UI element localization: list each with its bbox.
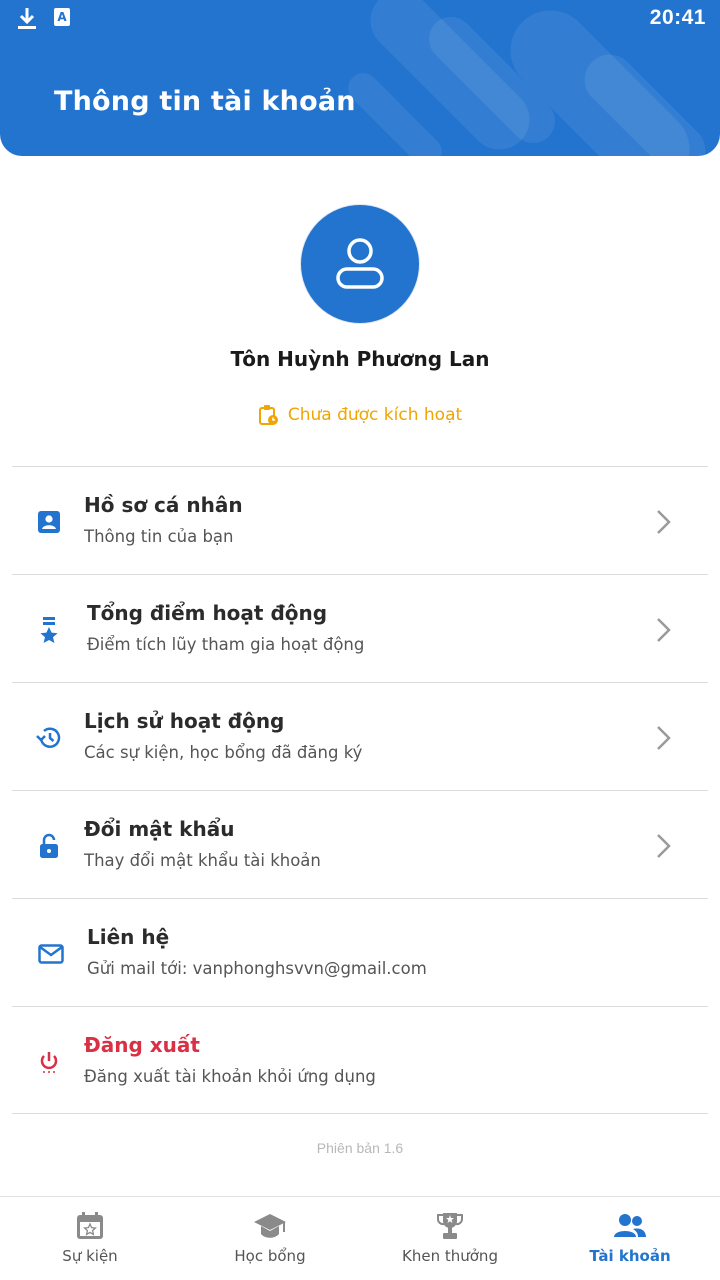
status-icons: A [16, 6, 72, 35]
menu-item-title: Hồ sơ cá nhân [84, 493, 243, 517]
user-name: Tôn Huỳnh Phương Lan [230, 347, 490, 371]
mail-icon [36, 939, 66, 969]
trophy-icon [437, 1213, 463, 1239]
menu-item-subtitle: Thay đổi mật khẩu tài khoản [84, 851, 321, 870]
account-screen: A 20:41 Thông tin tài khoản Tôn Huỳnh Ph… [0, 0, 720, 1280]
lock-icon [34, 831, 64, 861]
app-a-icon: A [52, 6, 72, 35]
nav-label: Khen thưởng [402, 1247, 498, 1265]
activation-status: Chưa được kích hoạt [0, 404, 720, 426]
download-icon [16, 6, 38, 35]
menu-item-title: Đổi mật khẩu [84, 817, 235, 841]
nav-label: Tài khoản [589, 1247, 671, 1265]
menu-item-logout[interactable]: Đăng xuất Đăng xuất tài khoản khỏi ứng d… [12, 1006, 708, 1114]
menu-item-subtitle: Đăng xuất tài khoản khỏi ứng dụng [84, 1067, 376, 1086]
nav-tab-events[interactable]: Sự kiện [0, 1197, 180, 1280]
menu-item-subtitle: Các sự kiện, học bổng đã đăng ký [84, 743, 363, 762]
nav-label: Sự kiện [62, 1247, 118, 1265]
bottom-nav: Sự kiện Học bổng Khen thưởng Tài khoản [0, 1196, 720, 1280]
chevron-right-icon [656, 509, 672, 540]
menu-item-subtitle: Gửi mail tới: vanphonghsvvn@gmail.com [87, 959, 427, 978]
menu-item-title: Lịch sử hoạt động [84, 709, 285, 733]
nav-tab-scholarship[interactable]: Học bổng [180, 1197, 360, 1280]
menu-item-change-password[interactable]: Đổi mật khẩu Thay đổi mật khẩu tài khoản [12, 790, 708, 898]
menu-item-activity-points[interactable]: Tổng điểm hoạt động Điểm tích lũy tham g… [12, 574, 708, 682]
account-menu: Hồ sơ cá nhân Thông tin của bạn Tổng điể… [12, 466, 708, 1114]
nav-label: Học bổng [234, 1247, 306, 1265]
menu-item-history[interactable]: Lịch sử hoạt động Các sự kiện, học bổng … [12, 682, 708, 790]
user-icon [336, 238, 384, 289]
status-time: 20:41 [649, 6, 706, 29]
chevron-right-icon [656, 725, 672, 756]
graduation-cap-icon [254, 1214, 286, 1238]
svg-text:A: A [57, 10, 67, 24]
profile-card-icon [34, 507, 64, 537]
power-icon [34, 1047, 64, 1077]
menu-item-contact[interactable]: Liên hệ Gửi mail tới: vanphonghsvvn@gmai… [12, 898, 708, 1006]
menu-item-title: Liên hệ [87, 925, 170, 949]
menu-item-subtitle: Điểm tích lũy tham gia hoạt động [87, 635, 365, 654]
clipboard-clock-icon [258, 405, 278, 425]
avatar[interactable] [300, 204, 420, 324]
chevron-right-icon [656, 617, 672, 648]
menu-item-title: Tổng điểm hoạt động [87, 601, 328, 625]
users-icon [614, 1214, 646, 1237]
calendar-star-icon [77, 1212, 103, 1239]
nav-tab-account[interactable]: Tài khoản [540, 1197, 720, 1280]
medal-icon [34, 615, 64, 645]
menu-item-subtitle: Thông tin của bạn [84, 527, 234, 546]
chevron-right-icon [656, 833, 672, 864]
app-version: Phiên bản 1.6 [316, 1140, 404, 1156]
nav-tab-rewards[interactable]: Khen thưởng [360, 1197, 540, 1280]
app-header: A 20:41 Thông tin tài khoản [0, 0, 720, 156]
page-title: Thông tin tài khoản [54, 86, 356, 117]
history-icon [34, 723, 64, 753]
activation-status-text: Chưa được kích hoạt [287, 405, 463, 425]
menu-item-title: Đăng xuất [84, 1033, 200, 1057]
menu-item-profile[interactable]: Hồ sơ cá nhân Thông tin của bạn [12, 466, 708, 574]
